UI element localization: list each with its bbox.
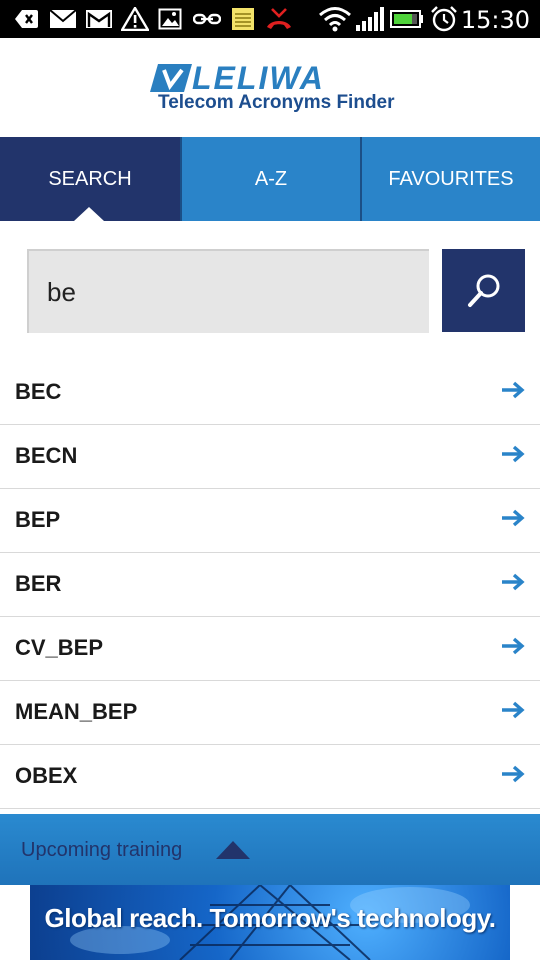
back-notification-icon bbox=[14, 8, 40, 30]
arrow-right-icon bbox=[502, 765, 525, 783]
logo-subtitle: Telecom Acronyms Finder bbox=[158, 92, 395, 113]
search-input[interactable] bbox=[27, 249, 429, 333]
list-item-label: OBEX bbox=[15, 763, 78, 788]
image-icon bbox=[158, 8, 182, 30]
arrow-right-icon bbox=[502, 381, 525, 399]
tab-favourites[interactable]: FAVOURITES bbox=[360, 137, 540, 221]
chevron-up-icon bbox=[216, 841, 250, 859]
arrow-right-icon bbox=[502, 701, 525, 719]
list-item[interactable]: CV_BEP bbox=[0, 617, 540, 681]
list-item[interactable]: BER bbox=[0, 553, 540, 617]
logo-word: LELIWA bbox=[192, 60, 325, 96]
list-item-label: CV_BEP bbox=[15, 635, 104, 660]
arrow-right-icon bbox=[502, 573, 525, 591]
status-bar: 15:30 bbox=[0, 0, 540, 38]
usb-link-icon bbox=[193, 8, 221, 30]
battery-icon bbox=[390, 8, 424, 30]
tab-a-z[interactable]: A-Z bbox=[180, 137, 360, 221]
arrow-right-icon bbox=[502, 445, 525, 463]
list-item-label: MEAN_BEP bbox=[15, 699, 138, 724]
list-item[interactable]: BEC bbox=[0, 361, 540, 425]
list-item[interactable]: BEP bbox=[0, 489, 540, 553]
upcoming-training-label: Upcoming training bbox=[21, 839, 183, 861]
tab-a-z-label: A-Z bbox=[254, 167, 288, 190]
tab-bar: SEARCH A-Z FAVOURITES bbox=[0, 137, 540, 221]
warning-icon bbox=[121, 7, 149, 31]
active-tab-pointer bbox=[74, 207, 104, 221]
arrow-right-icon bbox=[502, 509, 525, 527]
search-icon bbox=[467, 274, 499, 307]
tab-search-label: SEARCH bbox=[48, 167, 132, 190]
email-icon bbox=[49, 8, 77, 30]
list-item[interactable]: MEAN_BEP bbox=[0, 681, 540, 745]
leliwa-logo-mark-icon bbox=[150, 64, 192, 92]
search-button[interactable] bbox=[442, 249, 525, 332]
clock-time: 15:30 bbox=[460, 6, 530, 34]
upcoming-training-bar[interactable]: Upcoming training bbox=[0, 814, 540, 885]
tab-favourites-label: FAVOURITES bbox=[388, 167, 514, 190]
list-item[interactable]: BECN bbox=[0, 425, 540, 489]
missed-call-icon bbox=[265, 8, 293, 30]
list-item-label: BEP bbox=[15, 507, 61, 532]
signal-icon bbox=[355, 7, 385, 31]
list-item-label: BER bbox=[15, 571, 62, 596]
leliwa-logo: LELIWA Telecom Acronyms Finder bbox=[150, 62, 400, 122]
wifi-icon bbox=[318, 7, 352, 32]
results-list: BEC BECN BEP BER CV_BEP MEAN_BEP OBEX bbox=[0, 361, 540, 809]
app-header: LELIWA Telecom Acronyms Finder bbox=[0, 38, 540, 137]
arrow-right-icon bbox=[502, 637, 525, 655]
banner-text: Global reach. Tomorrow's technology. bbox=[44, 903, 496, 933]
alarm-icon bbox=[430, 6, 458, 32]
list-item-label: BECN bbox=[15, 443, 78, 468]
tab-search[interactable]: SEARCH bbox=[0, 137, 180, 221]
notes-icon bbox=[231, 8, 255, 30]
gmail-icon bbox=[85, 8, 113, 30]
list-item[interactable]: OBEX bbox=[0, 745, 540, 809]
ad-banner[interactable]: Global reach. Tomorrow's technology. bbox=[30, 885, 510, 960]
list-item-label: BEC bbox=[15, 379, 62, 404]
